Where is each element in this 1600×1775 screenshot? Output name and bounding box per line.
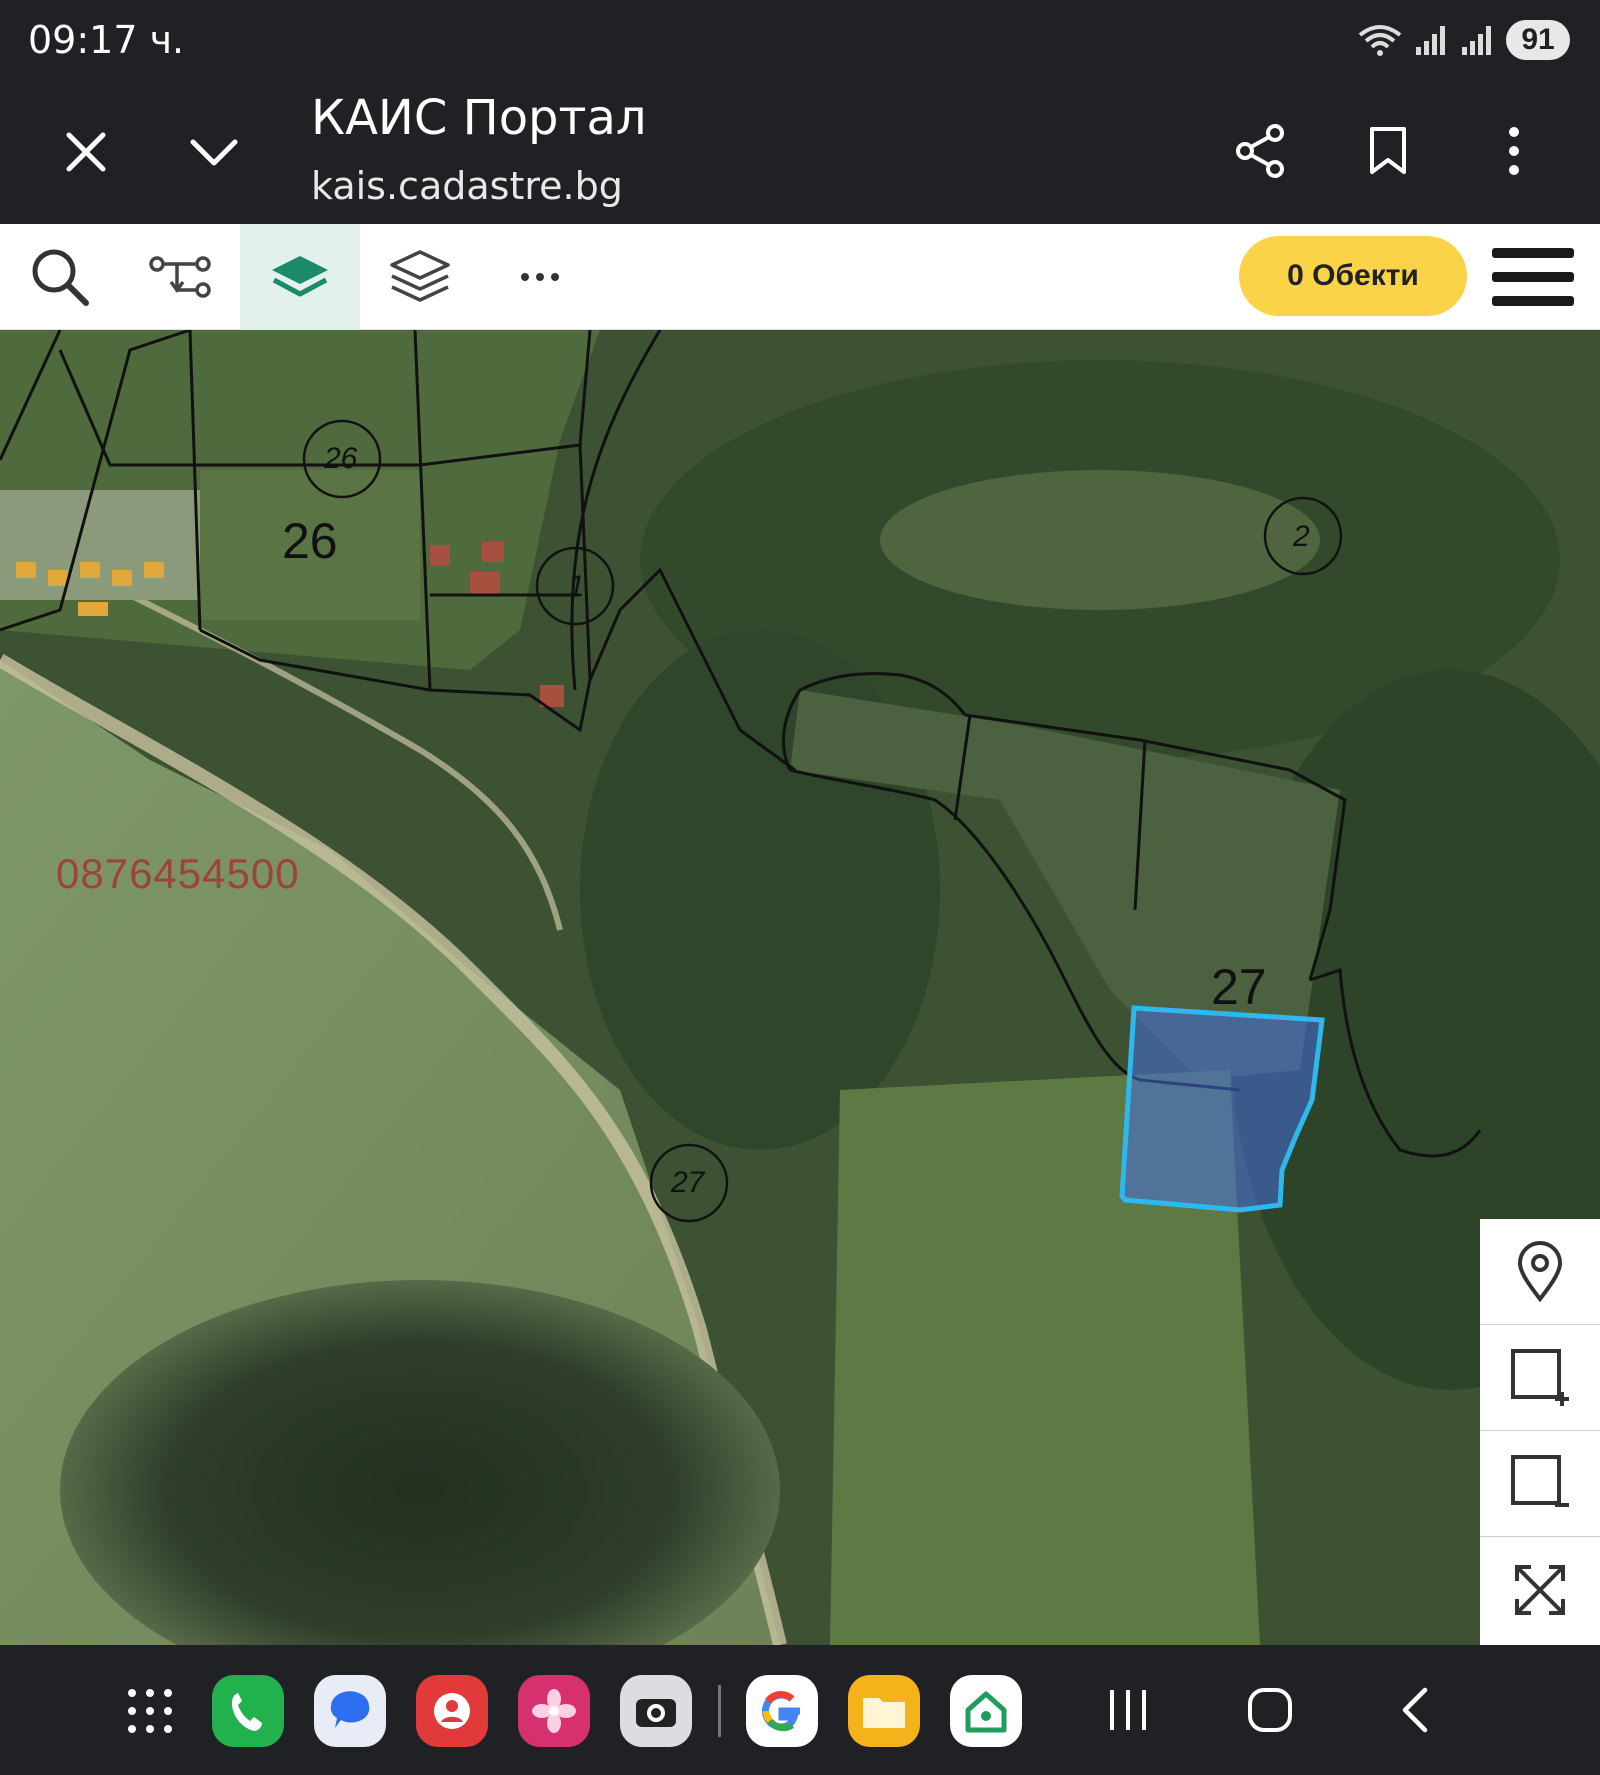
google-icon <box>761 1691 800 1732</box>
map-toolbar: 0 Обекти <box>0 224 1600 330</box>
more-vertical-icon <box>1509 127 1519 175</box>
camera-app[interactable] <box>620 1675 692 1747</box>
close-button[interactable] <box>56 122 116 182</box>
search-tool[interactable] <box>0 224 120 330</box>
signal-icon <box>1416 26 1445 55</box>
dock-divider <box>718 1685 721 1737</box>
files-app[interactable] <box>848 1675 920 1747</box>
circle-label: 27 <box>671 1166 705 1199</box>
google-app[interactable] <box>746 1675 818 1747</box>
add-area-button[interactable] <box>1480 1325 1600 1431</box>
selected-parcel[interactable] <box>1119 1005 1325 1213</box>
map-controls <box>1480 1219 1600 1645</box>
navigation-bar <box>0 1645 1600 1775</box>
parcel-number-label: 26 <box>282 513 338 569</box>
home-app-icon <box>965 1691 1007 1733</box>
layers-icon <box>390 250 450 302</box>
page-url[interactable]: kais.cadastre.bg <box>311 164 623 208</box>
parcel-number-label: 27 <box>1211 959 1267 1015</box>
page-title: КАИС Портал <box>311 90 647 146</box>
wifi-icon <box>1358 25 1402 56</box>
smart-home-app[interactable] <box>950 1675 1022 1747</box>
status-bar: 09:17 ч. 91 <box>0 0 1600 84</box>
collapse-button[interactable] <box>184 122 244 182</box>
circle-label: 26 <box>324 442 358 475</box>
chevron-down-icon <box>190 139 238 166</box>
app-drawer-button[interactable] <box>114 1675 186 1747</box>
gallery-icon <box>532 1689 576 1733</box>
remove-area-button[interactable] <box>1480 1431 1600 1537</box>
cadastre-map[interactable]: 26 27 26 1 2 27 0876454500 <box>0 330 1600 1645</box>
active-layer-tool[interactable] <box>240 224 360 330</box>
recents-icon <box>1110 1690 1146 1730</box>
camera-icon <box>636 1699 676 1727</box>
bookmark-button[interactable] <box>1358 118 1418 184</box>
hamburger-menu-icon[interactable] <box>1492 244 1574 310</box>
recents-button[interactable] <box>1104 1680 1152 1740</box>
more-tools-button[interactable] <box>480 224 600 330</box>
back-button[interactable] <box>1390 1680 1440 1740</box>
bookmark-icon <box>1370 127 1406 174</box>
status-time: 09:17 ч. <box>28 18 185 62</box>
phone-app[interactable] <box>212 1675 284 1747</box>
share-icon <box>1236 124 1284 178</box>
locate-button[interactable] <box>1480 1219 1600 1325</box>
more-options-button[interactable] <box>1484 118 1544 184</box>
layers-tool[interactable] <box>360 224 480 330</box>
parcel-boundaries <box>0 330 1482 1223</box>
circle-label: 1 <box>568 570 585 603</box>
browser-bar: КАИС Портал kais.cadastre.bg <box>0 84 1600 224</box>
objects-button[interactable]: 0 Обекти <box>1239 236 1467 316</box>
more-horizontal-icon <box>521 273 559 281</box>
contacts-app[interactable] <box>416 1675 488 1747</box>
contacts-icon <box>434 1693 470 1729</box>
search-icon <box>32 249 89 306</box>
gallery-app[interactable] <box>518 1675 590 1747</box>
route-tool[interactable] <box>120 224 240 330</box>
home-button[interactable] <box>1240 1680 1300 1740</box>
back-icon <box>1402 1687 1428 1733</box>
phone-icon <box>231 1693 262 1731</box>
home-icon <box>1248 1688 1292 1732</box>
route-icon <box>149 256 211 298</box>
files-icon <box>863 1698 905 1728</box>
remove-area-icon <box>1511 1454 1569 1507</box>
phone-watermark: 0876454500 <box>56 850 300 897</box>
battery-indicator: 91 <box>1506 20 1570 60</box>
messages-app[interactable] <box>314 1675 386 1747</box>
layer-active-icon <box>272 256 328 297</box>
apps-grid-icon <box>128 1689 172 1733</box>
signal-icon <box>1462 26 1491 55</box>
add-area-icon <box>1511 1348 1569 1406</box>
fullscreen-button[interactable] <box>1480 1537 1600 1643</box>
close-icon <box>66 132 106 172</box>
status-icons: 91 <box>1358 20 1570 60</box>
messages-icon <box>330 1691 370 1728</box>
location-pin-icon <box>1517 1240 1563 1302</box>
circle-label: 2 <box>1293 520 1310 553</box>
fullscreen-icon <box>1515 1565 1565 1615</box>
share-button[interactable] <box>1228 118 1294 184</box>
